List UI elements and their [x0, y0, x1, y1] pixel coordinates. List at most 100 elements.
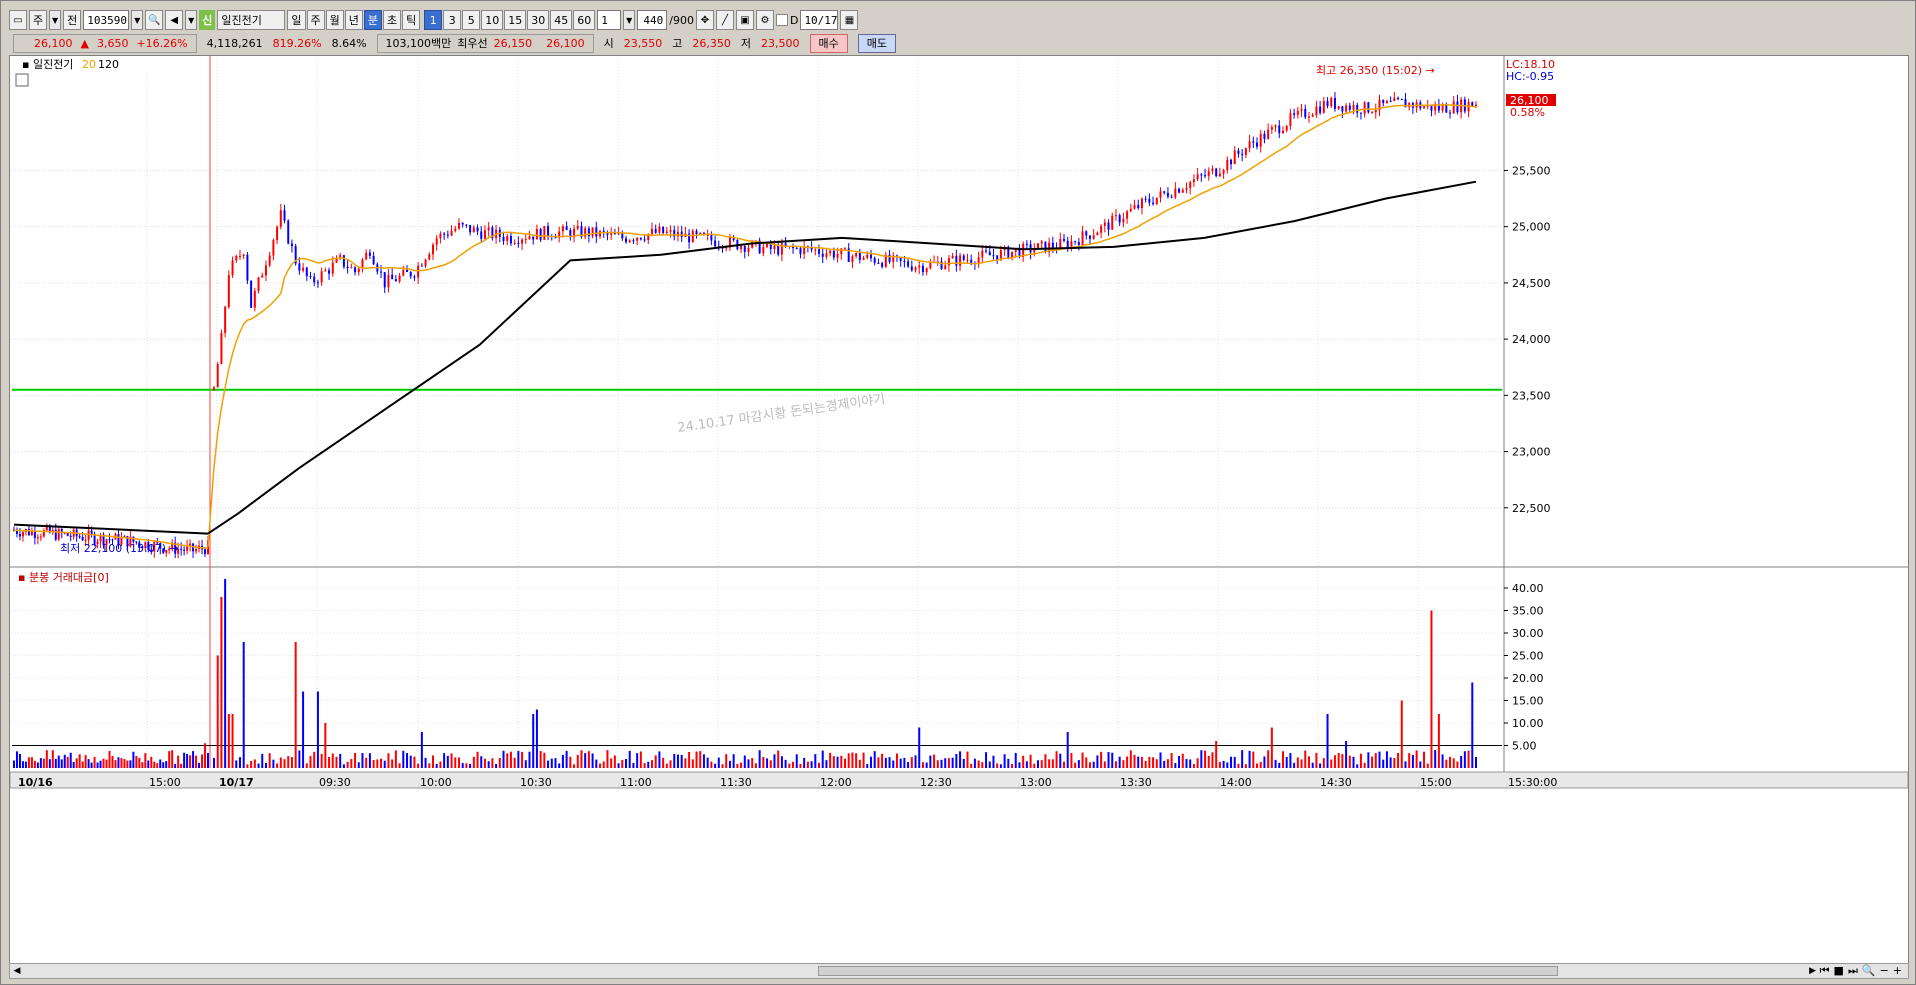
candle-body	[1200, 174, 1203, 176]
volume-ratio: 819.26%	[272, 36, 322, 50]
speaker-icon[interactable]: ◀	[165, 10, 184, 30]
calendar-icon[interactable]: ▦	[840, 10, 859, 30]
price-chart-svg[interactable]: 10/16 15:00 10/17 09:30 10:00 10:30 11:00 11:30…	[10, 56, 1908, 964]
interval-button[interactable]: 5	[462, 10, 481, 30]
chevron-down-icon[interactable]: ▼	[49, 10, 62, 30]
sell-button[interactable]: 매도	[857, 33, 897, 53]
interval-button[interactable]: 30	[527, 10, 550, 30]
period-select[interactable]: 주	[29, 10, 48, 30]
candle-body	[394, 279, 397, 282]
freq-button[interactable]: 일	[287, 10, 306, 30]
candle-body	[220, 332, 223, 365]
volume-bar	[565, 750, 568, 768]
volume-bar	[717, 757, 720, 768]
volume-bar	[665, 763, 668, 768]
date-input[interactable]: 10/17	[800, 10, 839, 30]
zoom-icon[interactable]: 🔍	[1862, 964, 1876, 978]
draw-line-icon[interactable]: ╱	[715, 10, 734, 30]
candle-body	[465, 224, 468, 226]
rewind-icon[interactable]: ⏮	[1820, 964, 1830, 978]
volume-bar	[465, 763, 468, 768]
stop-icon[interactable]: ■	[1834, 964, 1844, 978]
interval-button[interactable]: 60	[573, 10, 596, 30]
zoom-in-icon[interactable]: +	[1893, 964, 1902, 978]
interval-button[interactable]: 3	[443, 10, 462, 30]
scroll-track[interactable]	[28, 966, 1802, 976]
volume-bar	[1003, 754, 1006, 768]
volume-bar	[558, 763, 561, 768]
d-checkbox[interactable]	[775, 14, 788, 26]
volume-bar	[1100, 751, 1103, 768]
volume-bar	[413, 756, 416, 768]
window-menu-icon[interactable]: ▭	[9, 10, 27, 30]
candle-body	[1330, 97, 1333, 107]
stock-code-input[interactable]: 103590	[83, 10, 130, 30]
zoom-out-icon[interactable]: −	[1880, 964, 1889, 978]
prev-volume-bar	[117, 757, 120, 768]
scroll-thumb[interactable]	[818, 966, 1558, 976]
candle-body	[1456, 101, 1459, 113]
best-label: 최우선	[457, 37, 488, 50]
freq-button[interactable]: 월	[325, 10, 344, 30]
candle-body	[1137, 204, 1140, 209]
volume-bar	[1204, 750, 1207, 768]
chevron-down-icon[interactable]: ▼	[623, 10, 636, 30]
chevron-down-icon[interactable]: ▼	[185, 10, 198, 30]
volume-bar	[650, 760, 653, 768]
prev-volume-bar	[84, 755, 87, 768]
volume-bar	[587, 751, 590, 768]
volume-bar	[569, 756, 572, 768]
candle-body	[825, 253, 828, 257]
crosshair-icon[interactable]: ✥	[695, 10, 714, 30]
candle-body	[1189, 182, 1192, 189]
prev-volume-bar	[75, 758, 78, 768]
volume-bar	[758, 750, 761, 768]
prev-volume-bar	[108, 750, 111, 768]
freq-button[interactable]: 분	[363, 10, 382, 30]
candle-body	[443, 233, 446, 235]
volume-bar	[1011, 763, 1014, 768]
buy-button[interactable]: 매수	[809, 33, 848, 53]
stock-name-field[interactable]: 일진전기	[217, 10, 286, 30]
freq-button[interactable]: 년	[344, 10, 363, 30]
volume-bar	[869, 756, 872, 768]
candle-body	[1452, 101, 1455, 114]
chart-scrollbar[interactable]: ◀ ▶ ⏮ ■ ⏭ 🔍 − +	[9, 963, 1909, 979]
candle-body	[844, 248, 846, 250]
chevron-down-icon[interactable]: ▼	[131, 10, 144, 30]
candle-body	[1163, 191, 1166, 193]
chart-area[interactable]: 10/16 15:00 10/17 09:30 10:00 10:30 11:00 11:30…	[9, 55, 1909, 965]
prev-candle-body	[183, 549, 186, 551]
volume-bar	[818, 762, 821, 768]
freq-button[interactable]: 틱	[402, 10, 421, 30]
candle-body	[1244, 148, 1247, 155]
save-icon[interactable]: ▣	[735, 10, 754, 30]
candle-body	[1437, 105, 1440, 111]
volume-bar	[847, 753, 850, 768]
volume-bar	[368, 753, 371, 768]
candle-body	[795, 248, 798, 250]
volume-bar	[639, 751, 642, 768]
scroll-left-icon[interactable]: ◀	[10, 964, 24, 978]
candle-body	[959, 255, 962, 266]
volume-bar	[1471, 682, 1474, 768]
prev-volume-bar	[57, 755, 60, 768]
freq-button[interactable]: 초	[383, 10, 402, 30]
interval-button[interactable]: 15	[504, 10, 527, 30]
count-input[interactable]: 440	[637, 10, 668, 30]
volume-bar	[766, 758, 769, 768]
interval-button[interactable]: 10	[481, 10, 504, 30]
candle-body	[324, 270, 327, 272]
period2-select[interactable]: 전	[63, 10, 82, 30]
forward-icon[interactable]: ⏭	[1848, 964, 1858, 978]
search-icon[interactable]: 🔍	[145, 10, 164, 30]
gear-icon[interactable]: ⚙	[755, 10, 774, 30]
interval-input[interactable]: 1	[597, 10, 622, 30]
volume-bar	[1441, 754, 1444, 768]
interval-button[interactable]: 1	[424, 10, 443, 30]
volume-bar	[513, 757, 516, 768]
scroll-right-icon[interactable]: ▶	[1806, 964, 1820, 978]
interval-button[interactable]: 45	[550, 10, 573, 30]
legend-ma-short: 20	[82, 58, 96, 71]
freq-button[interactable]: 주	[306, 10, 325, 30]
